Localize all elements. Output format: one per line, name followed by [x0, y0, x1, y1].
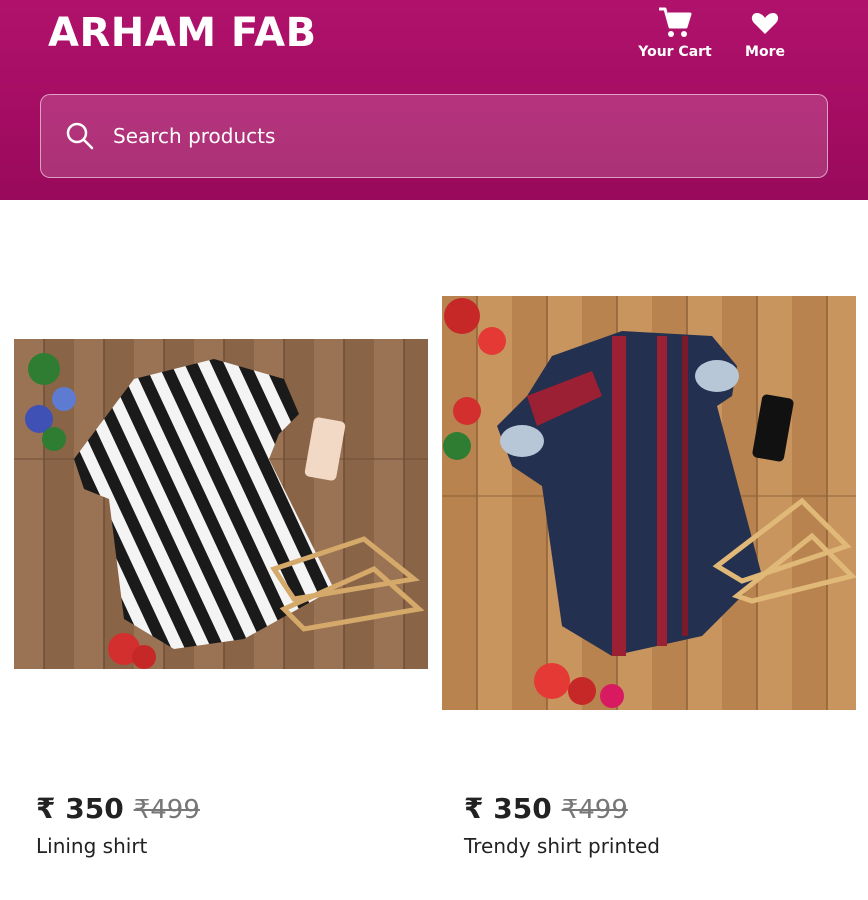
search-bar[interactable] [40, 94, 828, 178]
your-cart-button[interactable]: Your Cart [630, 6, 720, 60]
your-cart-label: Your Cart [638, 44, 712, 60]
product-price: ₹ 350 [464, 792, 552, 825]
more-label: More [745, 44, 785, 60]
search-input[interactable] [111, 123, 755, 149]
product-name[interactable]: Trendy shirt printed [464, 834, 660, 858]
product-image-trendy-shirt[interactable] [442, 296, 856, 710]
brand-logo[interactable]: ARHAM FAB [48, 10, 317, 56]
product-image-lining-shirt[interactable] [14, 339, 428, 669]
product-price: ₹ 350 [36, 792, 124, 825]
cart-icon [630, 6, 720, 40]
product-price-row: ₹ 350 ₹499 [36, 792, 200, 825]
more-button[interactable]: More [720, 6, 810, 60]
heart-icon [720, 6, 810, 40]
product-price-row: ₹ 350 ₹499 [464, 792, 628, 825]
product-name[interactable]: Lining shirt [36, 834, 147, 858]
product-mrp: ₹499 [561, 795, 628, 825]
product-mrp: ₹499 [133, 795, 200, 825]
app-header: ARHAM FAB Your Cart More [0, 0, 868, 200]
search-icon [65, 121, 95, 151]
